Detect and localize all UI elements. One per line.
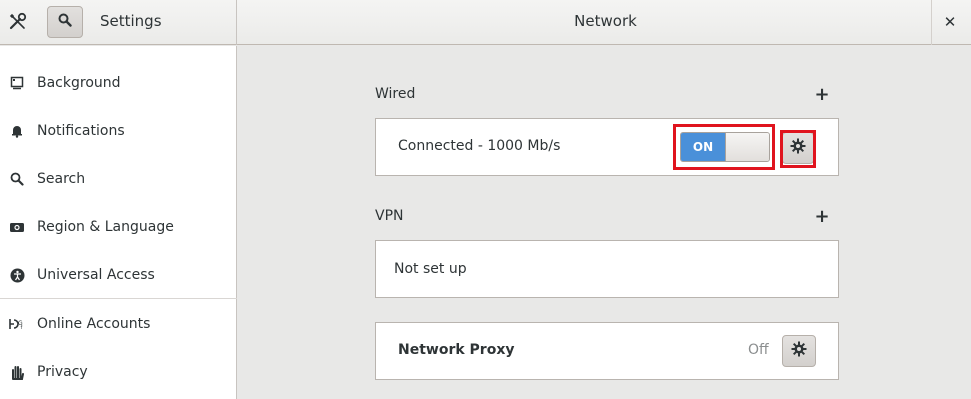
search-icon (58, 13, 72, 31)
sidebar-item-search[interactable]: Search (0, 155, 236, 203)
add-vpn-button[interactable]: + (814, 206, 830, 227)
hand-icon (9, 364, 25, 380)
sidebar-item-label: Search (37, 171, 86, 187)
sidebar: Background Notifications Search Region &… (0, 46, 237, 399)
plus-icon: + (814, 206, 830, 227)
background-icon (9, 75, 25, 91)
svg-text:f: f (21, 325, 23, 331)
wired-section-title: Wired (375, 86, 416, 102)
sidebar-item-online-accounts[interactable]: Gf Online Accounts (0, 300, 236, 348)
vpn-row: Not set up (375, 240, 839, 298)
sidebar-item-universal-access[interactable]: Universal Access (0, 251, 236, 299)
network-proxy-row[interactable]: Network Proxy Off (375, 322, 839, 380)
network-panel: Wired + Connected - 1000 Mb/s ON VPN + N… (238, 46, 971, 399)
header-separator (931, 0, 932, 45)
plus-icon: + (814, 84, 830, 105)
sidebar-item-notifications[interactable]: Notifications (0, 107, 236, 155)
panel-title: Network (574, 12, 637, 30)
sidebar-item-background[interactable]: Background (0, 59, 236, 107)
sidebar-item-region-language[interactable]: Region & Language (0, 203, 236, 251)
search-icon (9, 171, 25, 187)
gear-icon (791, 341, 807, 361)
highlight-wired-settings (780, 130, 816, 168)
header-left: Settings (0, 0, 237, 47)
vpn-status: Not set up (394, 261, 467, 277)
header-bar: Settings Network ✕ (0, 0, 971, 47)
wired-status: Connected - 1000 Mb/s (398, 138, 561, 154)
proxy-status: Off (748, 342, 769, 358)
sidebar-item-label: Region & Language (37, 219, 174, 235)
add-wired-button[interactable]: + (814, 84, 830, 105)
vpn-section-title: VPN (375, 208, 404, 224)
sidebar-item-label: Privacy (37, 364, 88, 380)
close-button[interactable]: ✕ (939, 11, 961, 33)
sidebar-item-label: Online Accounts (37, 316, 151, 332)
settings-tools-icon (8, 12, 28, 32)
sidebar-item-label: Universal Access (37, 267, 155, 283)
proxy-title: Network Proxy (398, 342, 515, 358)
sidebar-item-label: Background (37, 75, 121, 91)
search-button[interactable] (47, 6, 83, 38)
highlight-wired-toggle (673, 124, 775, 170)
online-accounts-icon: Gf (9, 316, 25, 332)
sidebar-item-label: Notifications (37, 123, 125, 139)
app-title: Settings (100, 12, 162, 30)
proxy-settings-button[interactable] (782, 335, 816, 367)
accessibility-icon (9, 267, 25, 283)
sidebar-item-privacy[interactable]: Privacy (0, 348, 236, 396)
close-icon: ✕ (943, 13, 957, 31)
bell-icon (9, 123, 25, 139)
camera-icon (9, 219, 25, 235)
sidebar-divider (0, 298, 237, 299)
